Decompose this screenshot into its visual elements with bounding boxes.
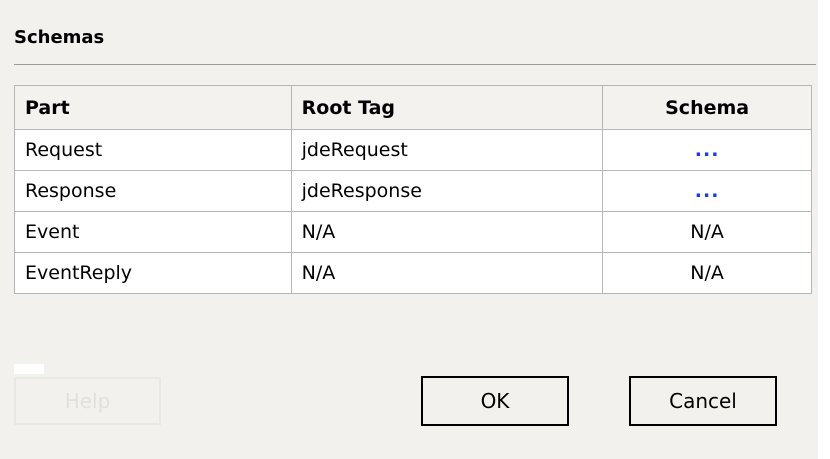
cancel-button[interactable]: Cancel <box>629 376 777 426</box>
schemas-table: Part Root Tag Schema Request jdeRequest … <box>14 85 812 294</box>
cell-schema: N/A <box>602 252 812 294</box>
section-title: Schemas <box>14 27 105 48</box>
cell-root-tag: N/A <box>290 252 604 294</box>
header-schema: Schema <box>602 85 812 130</box>
table-header-row: Part Root Tag Schema <box>14 85 812 130</box>
section-divider <box>14 64 816 65</box>
header-part: Part <box>14 85 292 130</box>
cell-part: Response <box>14 170 292 212</box>
cell-schema: ... <box>602 170 812 212</box>
cell-root-tag: N/A <box>290 211 604 253</box>
view-schema-link[interactable]: ... <box>695 180 720 202</box>
cell-schema: ... <box>602 129 812 171</box>
cell-part: Request <box>14 129 292 171</box>
schemas-dialog: Schemas Part Root Tag Schema Request jde… <box>0 0 818 459</box>
table-row: Event N/A N/A <box>14 211 812 253</box>
ok-button[interactable]: OK <box>421 376 569 426</box>
cell-schema: N/A <box>602 211 812 253</box>
cell-root-tag: jdeResponse <box>290 170 604 212</box>
table-row: Request jdeRequest ... <box>14 129 812 171</box>
cell-part: Event <box>14 211 292 253</box>
table-row: Response jdeResponse ... <box>14 170 812 212</box>
help-tab-marker <box>14 364 44 374</box>
header-root-tag: Root Tag <box>290 85 604 130</box>
cell-part: EventReply <box>14 252 292 294</box>
table-row: EventReply N/A N/A <box>14 252 812 294</box>
cell-root-tag: jdeRequest <box>290 129 604 171</box>
view-schema-link[interactable]: ... <box>695 139 720 161</box>
help-button[interactable]: Help <box>14 377 161 425</box>
